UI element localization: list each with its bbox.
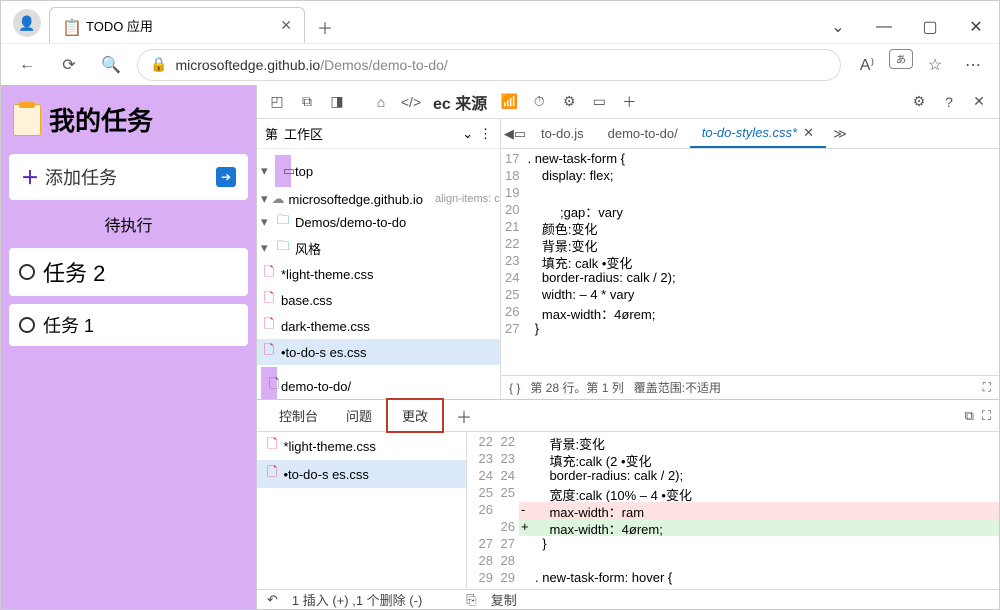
tree-file[interactable]: 🗋base.css bbox=[257, 287, 500, 313]
screenshot-icon[interactable]: ⛶ bbox=[983, 380, 991, 395]
copy-label[interactable]: 复制 bbox=[491, 590, 517, 609]
chevron-down-icon[interactable]: ⌄ bbox=[462, 126, 473, 142]
tab-changes[interactable]: 更改 bbox=[386, 398, 444, 433]
sources-tab-label[interactable]: ec 来源 bbox=[427, 90, 493, 114]
task-label: 任务 2 bbox=[43, 256, 105, 288]
close-devtools-icon[interactable]: ✕ bbox=[965, 88, 993, 116]
checkbox-icon[interactable] bbox=[19, 317, 35, 333]
file-tab[interactable]: demo-to-do/ bbox=[596, 119, 690, 148]
inspect-icon[interactable]: ◰ bbox=[263, 88, 291, 116]
close-icon[interactable]: ✕ bbox=[803, 125, 814, 141]
page-title: 我的任务 bbox=[49, 101, 153, 138]
tree-file[interactable]: 🗋demo-to-do/ bbox=[257, 365, 500, 399]
page-nav-label[interactable]: 第 bbox=[265, 124, 278, 143]
home-icon[interactable]: ⌂ bbox=[367, 88, 395, 116]
todo-app-page: 我的任务 ＋ 添加任务 ➔ 待执行 任务 2 任务 1 bbox=[1, 85, 256, 609]
tab-title: TODO 应用 bbox=[86, 16, 272, 35]
close-window-button[interactable]: ✕ bbox=[953, 11, 999, 43]
dock-icon[interactable]: ⧉ bbox=[965, 408, 974, 424]
clipboard-icon bbox=[13, 104, 41, 136]
overflow-icon[interactable]: ≫ bbox=[826, 126, 854, 142]
devtools-panel: ◰ ⧉ ◨ ⌂ </> ec 来源 📶 ⏱ ⚙ ▭ ＋ ⚙ ? ✕ 第 工作区 … bbox=[256, 85, 999, 609]
memory-icon[interactable]: ⚙ bbox=[555, 88, 583, 116]
maximize-button[interactable]: ▢ bbox=[907, 11, 953, 43]
translate-icon[interactable]: あ bbox=[889, 49, 913, 69]
task-item[interactable]: 任务 1 bbox=[9, 304, 248, 346]
close-tab-icon[interactable]: ✕ bbox=[280, 17, 292, 34]
plus-icon[interactable]: ＋ bbox=[615, 88, 643, 116]
expand-icon[interactable]: ⛶ bbox=[982, 408, 991, 424]
tab-issues[interactable]: 问题 bbox=[332, 400, 386, 431]
checkbox-icon[interactable] bbox=[19, 264, 35, 280]
tree-folder[interactable]: ▾🗀Demos/demo-to-do bbox=[257, 209, 500, 235]
braces-icon[interactable]: { } bbox=[509, 381, 520, 395]
wifi-icon[interactable]: 📶 bbox=[495, 88, 523, 116]
cursor-position: 第 28 行。第 1 列 bbox=[530, 379, 623, 396]
window-controls: ⌄ — ▢ ✕ bbox=[815, 11, 999, 43]
browser-tab[interactable]: 📋 TODO 应用 ✕ bbox=[49, 7, 305, 43]
application-icon[interactable]: ▭ bbox=[585, 88, 613, 116]
undo-icon[interactable]: ↶ bbox=[267, 592, 278, 608]
add-tab-icon[interactable]: ＋ bbox=[444, 404, 484, 428]
add-task-label: 添加任务 bbox=[45, 164, 117, 190]
plus-icon: ＋ bbox=[21, 164, 39, 190]
address-bar[interactable]: 🔒 microsoftedge.github.io/Demos/demo-to-… bbox=[137, 49, 841, 81]
sources-navigator: 第 工作区 ⌄ ⋮ ▾▭top ▾☁microsoftedge.github.i… bbox=[257, 119, 501, 399]
add-task-input[interactable]: ＋ 添加任务 ➔ bbox=[9, 154, 248, 200]
minimize-button[interactable]: — bbox=[861, 11, 907, 43]
new-tab-button[interactable]: ＋ bbox=[309, 11, 341, 43]
clipboard-icon: 📋 bbox=[62, 18, 78, 34]
profile-icon[interactable]: 👤 bbox=[13, 9, 41, 37]
back-button[interactable]: ← bbox=[11, 49, 43, 81]
tree-file[interactable]: 🗋•to-do-s es.css bbox=[257, 339, 500, 365]
tree-origin[interactable]: ▾☁microsoftedge.github.ioalign-items: ce… bbox=[257, 189, 500, 209]
refresh-button[interactable]: ⟳ bbox=[53, 49, 85, 81]
copy-icon[interactable]: ⎘ bbox=[466, 592, 476, 608]
elements-icon[interactable]: </> bbox=[397, 88, 425, 116]
nav-left-icon[interactable]: ◀▭ bbox=[501, 126, 529, 142]
chevron-down-icon[interactable]: ⌄ bbox=[815, 11, 861, 43]
file-tree: ▾▭top ▾☁microsoftedge.github.ioalign-ite… bbox=[257, 149, 500, 399]
read-aloud-icon[interactable]: A⁾ bbox=[851, 49, 883, 81]
file-tab[interactable]: to-do.js bbox=[529, 119, 596, 148]
devtools-tabbar: ◰ ⧉ ◨ ⌂ </> ec 来源 📶 ⏱ ⚙ ▭ ＋ ⚙ ? ✕ bbox=[257, 85, 999, 119]
favorite-icon[interactable]: ☆ bbox=[919, 49, 951, 81]
changed-file[interactable]: 🗋•to-do-s es.css bbox=[257, 460, 466, 488]
tree-folder[interactable]: ▾🗀风格 bbox=[257, 235, 500, 261]
changed-files-list: 🗋*light-theme.css 🗋•to-do-s es.css bbox=[257, 432, 467, 589]
changed-file[interactable]: 🗋*light-theme.css bbox=[257, 432, 466, 460]
window-titlebar: 👤 📋 TODO 应用 ✕ ＋ ⌄ — ▢ ✕ bbox=[1, 1, 999, 43]
devtools-drawer: 控制台 问题 更改 ＋ ⧉ ⛶ 🗋*light-theme.css 🗋•to-d… bbox=[257, 399, 999, 609]
editor-status: { } 第 28 行。第 1 列 覆盖范围:不适用 ⛶ bbox=[501, 375, 999, 399]
browser-toolbar: ← ⟳ 🔍 🔒 microsoftedge.github.io/Demos/de… bbox=[1, 43, 999, 85]
lock-icon: 🔒 bbox=[150, 56, 167, 73]
task-label: 任务 1 bbox=[43, 312, 94, 338]
performance-icon[interactable]: ⏱ bbox=[525, 88, 553, 116]
file-tab-active[interactable]: to-do-styles.css*✕ bbox=[690, 119, 826, 148]
coverage-status: 覆盖范围:不适用 bbox=[634, 379, 721, 396]
toolbar-right: A⁾ あ ☆ ⋯ bbox=[851, 49, 989, 81]
settings-icon[interactable]: ⚙ bbox=[905, 88, 933, 116]
tab-console[interactable]: 控制台 bbox=[265, 400, 332, 431]
pending-header: 待执行 bbox=[9, 208, 248, 240]
help-icon[interactable]: ? bbox=[935, 88, 963, 116]
submit-arrow-icon[interactable]: ➔ bbox=[216, 167, 236, 187]
more-icon[interactable]: ⋮ bbox=[479, 126, 492, 142]
tree-file[interactable]: 🗋dark-theme.css bbox=[257, 313, 500, 339]
diff-summary: 1 插入 (+) ,1 个删除 (-) bbox=[292, 590, 422, 609]
url-text: microsoftedge.github.io/Demos/demo-to-do… bbox=[175, 57, 447, 73]
panel-icon[interactable]: ◨ bbox=[323, 88, 351, 116]
drawer-footer: ↶ 1 插入 (+) ,1 个删除 (-) ⎘ 复制 bbox=[257, 589, 999, 609]
task-item[interactable]: 任务 2 bbox=[9, 248, 248, 296]
diff-view[interactable]: 22222323242425252626272728282929 背景:变化 填… bbox=[467, 432, 999, 589]
code-view[interactable]: 1718192021222324252627 . new-task-form {… bbox=[501, 149, 999, 375]
tree-file[interactable]: 🗋*light-theme.css bbox=[257, 261, 500, 287]
tree-top[interactable]: ▾▭top bbox=[257, 153, 500, 189]
search-button[interactable]: 🔍 bbox=[95, 49, 127, 81]
code-editor: ◀▭ to-do.js demo-to-do/ to-do-styles.css… bbox=[501, 119, 999, 399]
workspace-dropdown[interactable]: 工作区 bbox=[284, 124, 456, 143]
device-icon[interactable]: ⧉ bbox=[293, 88, 321, 116]
more-icon[interactable]: ⋯ bbox=[957, 49, 989, 81]
